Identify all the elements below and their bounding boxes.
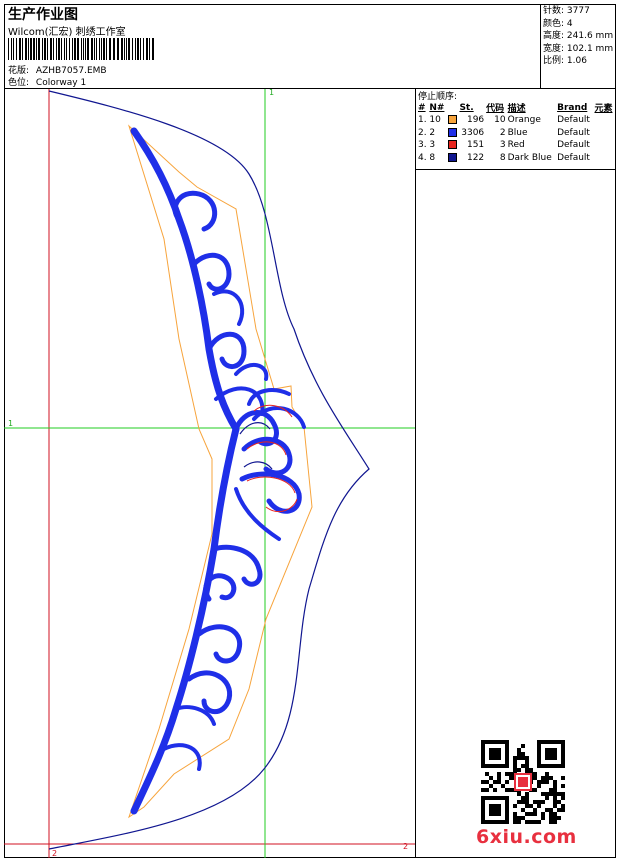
stop-sequence-panel: 停止顺序: # N# St. 代码 描述 Brand 元素 1. 10 196 10 O… bbox=[415, 89, 616, 858]
stat-height: 高度: 241.6 mm bbox=[543, 31, 614, 41]
color-swatch bbox=[447, 152, 457, 162]
table-row: 3. 3 151 3 Red Default bbox=[417, 139, 615, 152]
axis-label-v2: 2 bbox=[52, 849, 57, 858]
barcode bbox=[8, 38, 154, 60]
row-code: 10 bbox=[494, 115, 506, 126]
table-row: 4. 8 122 8 Dark Blue Default bbox=[417, 152, 615, 165]
row-needle: 10 bbox=[429, 115, 441, 126]
row-stitches: 122 bbox=[466, 152, 485, 163]
qr-code bbox=[481, 740, 565, 824]
row-element bbox=[593, 152, 615, 165]
row-brand: Default bbox=[557, 115, 590, 126]
row-stitches: 196 bbox=[466, 115, 485, 126]
table-row: 1. 10 196 10 Orange Default bbox=[417, 114, 615, 127]
row-brand: Default bbox=[557, 127, 590, 138]
row-code: 3 bbox=[499, 140, 506, 151]
row-needle: 2 bbox=[429, 127, 436, 138]
color-swatch bbox=[447, 140, 457, 150]
axis-label-v1: 1 bbox=[269, 89, 274, 97]
row-swatch bbox=[447, 114, 459, 127]
embroidery-stitches bbox=[130, 127, 306, 815]
stat-width: 宽度: 102.1 mm bbox=[543, 43, 614, 54]
row-swatch bbox=[447, 139, 459, 152]
row-swatch bbox=[447, 127, 459, 140]
stop-sequence-table: # N# St. 代码 描述 Brand 元素 1. 10 196 10 Orange D… bbox=[417, 101, 615, 164]
row-description: Red bbox=[507, 140, 525, 151]
col-stitches: St. bbox=[459, 102, 474, 113]
studio-name: Wilcom(汇宏) 刺绣工作室 bbox=[8, 27, 126, 38]
row-code: 2 bbox=[499, 127, 506, 138]
row-brand: Default bbox=[557, 140, 590, 151]
axis-label-h2: 2 bbox=[403, 842, 408, 851]
row-stitches: 3306 bbox=[461, 127, 485, 138]
row-index: 3. bbox=[418, 140, 427, 151]
row-index: 2. bbox=[418, 127, 427, 138]
colorway-line: 色位: Colorway 1 bbox=[8, 75, 86, 88]
color-swatch bbox=[447, 115, 457, 125]
row-swatch bbox=[447, 152, 459, 165]
row-description: Blue bbox=[507, 127, 528, 138]
row-code: 8 bbox=[499, 152, 506, 163]
stat-scale: 比例: 1.06 bbox=[543, 56, 587, 66]
col-description: 描述 bbox=[507, 104, 526, 114]
col-code: 代码 bbox=[486, 104, 505, 114]
row-brand: Default bbox=[557, 152, 590, 163]
colorway-value: Colorway 1 bbox=[35, 78, 87, 88]
table-header-row: # N# St. 代码 描述 Brand 元素 bbox=[417, 101, 615, 115]
site-watermark-logo: 6xiu.com bbox=[476, 826, 577, 848]
row-element bbox=[593, 127, 615, 140]
col-brand: Brand bbox=[557, 102, 588, 113]
row-index: 4. bbox=[418, 152, 427, 163]
header-info: 生产作业图 Wilcom(汇宏) 刺绣工作室 花版: AZHB7057.EMB … bbox=[6, 4, 536, 88]
row-element bbox=[593, 114, 615, 127]
col-swatch bbox=[447, 101, 459, 114]
row-description: Dark Blue bbox=[507, 152, 552, 163]
row-needle: 3 bbox=[429, 140, 436, 151]
garment-outline bbox=[48, 90, 370, 850]
design-canvas: 1 1 2 2 bbox=[4, 88, 415, 858]
design-stats: 针数: 3777 颜色: 4 高度: 241.6 mm 宽度: 102.1 mm… bbox=[540, 4, 616, 88]
stat-colors: 颜色: 4 bbox=[543, 18, 573, 29]
col-index: # bbox=[418, 102, 426, 113]
row-index: 1. bbox=[418, 115, 427, 126]
row-stitches: 151 bbox=[466, 140, 485, 151]
color-swatch bbox=[447, 127, 457, 137]
col-element: 元素 bbox=[594, 104, 613, 114]
design-preview: 1 1 2 2 bbox=[4, 88, 415, 858]
col-needle: N# bbox=[429, 102, 445, 113]
table-row: 2. 2 3306 2 Blue Default bbox=[417, 127, 615, 140]
row-description: Orange bbox=[507, 115, 541, 126]
stat-stitches: 针数: 3777 bbox=[543, 6, 590, 16]
row-needle: 8 bbox=[429, 152, 436, 163]
page-title: 生产作业图 bbox=[8, 7, 78, 23]
row-element bbox=[593, 139, 615, 152]
axis-label-h1: 1 bbox=[8, 419, 13, 428]
colorway-label: 色位: bbox=[8, 78, 30, 88]
table-divider bbox=[416, 169, 616, 170]
header: 生产作业图 Wilcom(汇宏) 刺绣工作室 花版: AZHB7057.EMB … bbox=[4, 4, 616, 89]
